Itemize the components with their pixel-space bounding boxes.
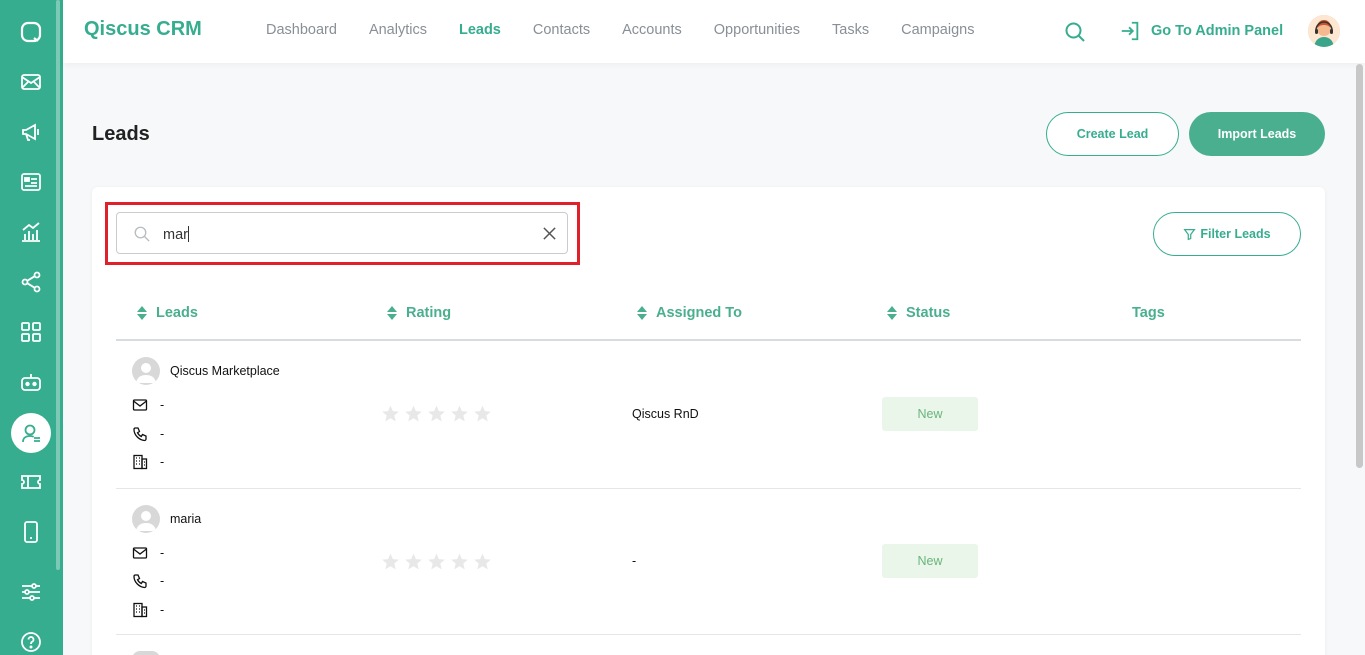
- star-icon[interactable]: [473, 552, 492, 571]
- megaphone-icon[interactable]: [11, 112, 51, 152]
- help-icon[interactable]: [11, 622, 51, 655]
- star-icon[interactable]: [404, 404, 423, 423]
- search-field[interactable]: mar: [116, 212, 568, 254]
- star-icon[interactable]: [473, 404, 492, 423]
- column-header-label: Status: [906, 305, 951, 321]
- avatar: [132, 651, 160, 655]
- close-icon[interactable]: [542, 226, 557, 241]
- main-nav: Dashboard Analytics Leads Contacts Accou…: [266, 22, 1006, 38]
- lead-email: -: [160, 546, 165, 560]
- table-header-divider: [116, 339, 1301, 341]
- status-badge: New: [882, 544, 978, 578]
- chat-icon[interactable]: [11, 12, 51, 52]
- column-header-label: Leads: [156, 305, 198, 321]
- star-icon[interactable]: [381, 552, 400, 571]
- column-header-label: Assigned To: [656, 305, 742, 321]
- admin-panel-label: Go To Admin Panel: [1151, 23, 1284, 39]
- avatar: [132, 505, 160, 533]
- assigned-to: -: [632, 554, 637, 568]
- filter-leads-button[interactable]: Filter Leads: [1153, 212, 1301, 256]
- mail-icon[interactable]: [11, 62, 51, 102]
- ticket-icon[interactable]: [11, 462, 51, 502]
- leads-icon[interactable]: [11, 413, 51, 453]
- column-header-label: Rating: [406, 305, 452, 321]
- phone-icon: [133, 427, 147, 442]
- row-divider: [116, 488, 1301, 489]
- column-header-tags: Tags: [1132, 305, 1165, 321]
- star-icon[interactable]: [381, 404, 400, 423]
- column-header-status[interactable]: Status: [886, 305, 950, 321]
- sidebar-scrollbar[interactable]: [56, 0, 60, 570]
- text-caret: [187, 226, 189, 242]
- building-icon: [133, 454, 148, 470]
- rating-stars[interactable]: [381, 552, 492, 571]
- lead-company: -: [160, 455, 165, 469]
- avatar: [132, 357, 160, 385]
- column-header-label: Tags: [1132, 305, 1165, 321]
- create-lead-button[interactable]: Create Lead: [1046, 112, 1179, 156]
- phone-icon: [133, 574, 147, 589]
- top-navigation-bar: Qiscus CRM Dashboard Analytics Leads Con…: [63, 0, 1365, 63]
- nav-opportunities[interactable]: Opportunities: [714, 22, 800, 38]
- nav-tasks[interactable]: Tasks: [832, 22, 869, 38]
- lead-phone: -: [160, 574, 165, 588]
- row-divider: [116, 634, 1301, 635]
- analytics-icon[interactable]: [11, 212, 51, 252]
- star-icon[interactable]: [404, 552, 423, 571]
- nav-dashboard[interactable]: Dashboard: [266, 22, 337, 38]
- building-icon: [133, 602, 148, 618]
- nav-accounts[interactable]: Accounts: [622, 22, 682, 38]
- star-icon[interactable]: [450, 404, 469, 423]
- lead-name[interactable]: maria: [170, 512, 201, 526]
- star-icon[interactable]: [427, 404, 446, 423]
- column-header-rating[interactable]: Rating: [386, 305, 451, 321]
- star-icon[interactable]: [450, 552, 469, 571]
- share-icon[interactable]: [11, 262, 51, 302]
- import-leads-button[interactable]: Import Leads: [1189, 112, 1325, 156]
- lead-email: -: [160, 398, 165, 412]
- admin-panel-link[interactable]: Go To Admin Panel: [1119, 20, 1283, 42]
- assigned-to: Qiscus RnD: [632, 407, 699, 421]
- nav-contacts[interactable]: Contacts: [533, 22, 590, 38]
- bot-icon[interactable]: [11, 362, 51, 402]
- star-icon[interactable]: [427, 552, 446, 571]
- lead-company: -: [160, 603, 165, 617]
- nav-campaigns[interactable]: Campaigns: [901, 22, 974, 38]
- apps-icon[interactable]: [11, 312, 51, 352]
- search-icon: [134, 226, 150, 242]
- mobile-icon[interactable]: [11, 512, 51, 552]
- page-scrollbar[interactable]: [1356, 64, 1363, 468]
- status-badge: New: [882, 397, 978, 431]
- filter-leads-label: Filter Leads: [1200, 227, 1271, 241]
- nav-analytics[interactable]: Analytics: [369, 22, 427, 38]
- mail-icon: [132, 547, 148, 559]
- contact-card-icon[interactable]: [11, 162, 51, 202]
- search-input-value: mar: [163, 227, 188, 243]
- search-icon[interactable]: [1063, 20, 1087, 44]
- sort-icon: [637, 306, 647, 320]
- sort-icon: [137, 306, 147, 320]
- sort-icon: [387, 306, 397, 320]
- user-avatar[interactable]: [1308, 15, 1340, 47]
- settings-sliders-icon[interactable]: [11, 572, 51, 612]
- lead-name[interactable]: Qiscus Marketplace: [170, 364, 280, 378]
- nav-leads[interactable]: Leads: [459, 22, 501, 38]
- mail-icon: [132, 399, 148, 411]
- filter-icon: [1183, 228, 1196, 240]
- column-header-leads[interactable]: Leads: [136, 305, 198, 321]
- column-header-assigned-to[interactable]: Assigned To: [636, 305, 742, 321]
- page-title: Leads: [92, 123, 150, 145]
- sort-icon: [887, 306, 897, 320]
- login-icon: [1121, 21, 1139, 41]
- brand-title: Qiscus CRM: [84, 18, 202, 40]
- sidebar: [0, 0, 63, 655]
- search-input[interactable]: mar: [163, 226, 189, 243]
- lead-phone: -: [160, 427, 165, 441]
- rating-stars[interactable]: [381, 404, 492, 423]
